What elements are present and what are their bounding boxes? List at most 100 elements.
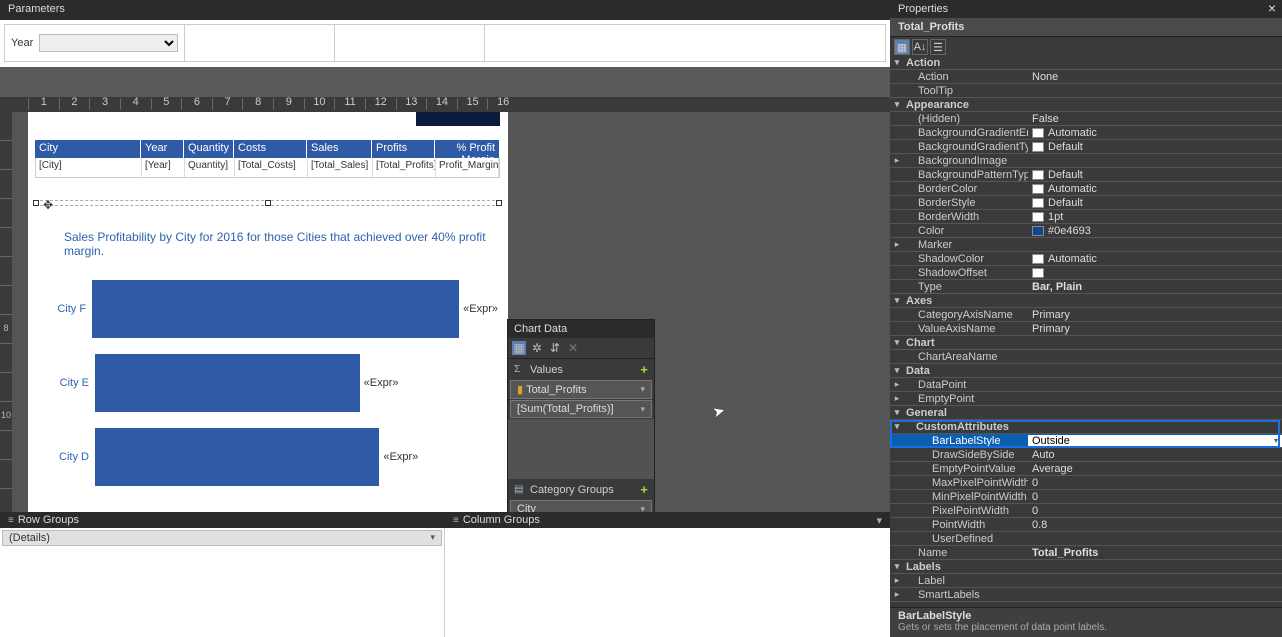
chevron-right-icon[interactable]: ▸ xyxy=(890,239,904,250)
chevron-down-icon[interactable]: ▾ xyxy=(890,337,904,348)
property-row[interactable]: BackgroundGradientTypeDefault xyxy=(890,140,1282,154)
property-row[interactable]: ▾Chart xyxy=(890,336,1282,350)
prop-name[interactable]: Color xyxy=(904,225,1028,237)
bar-rect[interactable] xyxy=(95,428,379,486)
prop-name[interactable]: BackgroundGradientEndColor xyxy=(904,127,1028,139)
property-row[interactable]: UserDefined xyxy=(890,532,1282,546)
bar-chart-area[interactable]: City F«Expr»City E«Expr»City D«Expr» xyxy=(48,272,498,494)
chevron-down-icon[interactable]: ▾ xyxy=(640,404,645,415)
properties-grid[interactable]: ▾ActionActionNoneToolTip▾Appearance(Hidd… xyxy=(890,56,1282,607)
chevron-down-icon[interactable]: ▾ xyxy=(890,561,904,572)
design-canvas[interactable]: 81012 City Year Quantity Costs Sales Pro… xyxy=(0,112,890,512)
cd-values-add-icon[interactable]: + xyxy=(640,362,648,377)
prop-category[interactable]: Data xyxy=(904,365,1282,377)
property-row[interactable]: ▾Action xyxy=(890,56,1282,70)
property-row[interactable]: ▸Label xyxy=(890,574,1282,588)
color-swatch[interactable] xyxy=(1032,142,1044,152)
prop-value[interactable]: Auto xyxy=(1028,449,1282,461)
chart-data-panel[interactable]: Chart Data ▦ ✲ ⇵ ✕ Σ Values + ▮ Total_Pr… xyxy=(507,319,655,512)
td-year[interactable]: [Year] xyxy=(142,158,185,177)
close-icon[interactable]: × xyxy=(1268,0,1276,16)
alphabetical-icon[interactable]: A↓ xyxy=(912,39,928,55)
prop-name[interactable]: BorderColor xyxy=(904,183,1028,195)
chevron-down-icon[interactable]: ▾ xyxy=(1274,436,1278,445)
property-row[interactable]: Color#0e4693 xyxy=(890,224,1282,238)
td-profits[interactable]: [Total_Profits] xyxy=(373,158,436,177)
th-sales[interactable]: Sales xyxy=(307,140,372,158)
chevron-down-icon[interactable]: ▾ xyxy=(876,514,882,527)
resize-handle-c[interactable] xyxy=(265,200,271,206)
prop-name[interactable]: EmptyPointValue xyxy=(904,463,1028,475)
prop-category[interactable]: Axes xyxy=(904,295,1282,307)
property-row[interactable]: PixelPointWidth0 xyxy=(890,504,1282,518)
chevron-right-icon[interactable]: ▸ xyxy=(890,589,904,600)
property-row[interactable]: PointWidth0.8 xyxy=(890,518,1282,532)
td-city[interactable]: [City] xyxy=(36,158,142,177)
bar-data-label[interactable]: «Expr» xyxy=(383,451,418,463)
chevron-right-icon[interactable]: ▸ xyxy=(890,575,904,586)
td-costs[interactable]: [Total_Costs] xyxy=(235,158,308,177)
bar-row[interactable]: City D«Expr» xyxy=(48,420,498,494)
prop-value[interactable]: 0 xyxy=(1028,491,1282,503)
property-row[interactable]: BackgroundGradientEndColorAutomatic xyxy=(890,126,1282,140)
cd-value-item-totalprofits[interactable]: ▮ Total_Profits ▾ xyxy=(510,380,652,399)
th-costs[interactable]: Costs xyxy=(234,140,307,158)
design-surface[interactable]: City Year Quantity Costs Sales Profits %… xyxy=(28,112,508,512)
prop-name[interactable]: BorderStyle xyxy=(904,197,1028,209)
prop-value[interactable]: None xyxy=(1028,71,1282,83)
property-row[interactable]: BarLabelStyleOutside▾ xyxy=(890,434,1282,448)
prop-name[interactable]: ShadowOffset xyxy=(904,267,1028,279)
prop-name[interactable]: Marker xyxy=(904,239,1028,251)
property-row[interactable]: ▸DataPoint xyxy=(890,378,1282,392)
prop-name[interactable]: PointWidth xyxy=(904,519,1028,531)
chevron-down-icon[interactable]: ▾ xyxy=(890,99,904,110)
prop-name[interactable]: ChartAreaName xyxy=(904,351,1028,363)
color-swatch[interactable] xyxy=(1032,254,1044,264)
prop-value[interactable]: False xyxy=(1028,113,1282,125)
prop-name[interactable]: PixelPointWidth xyxy=(904,505,1028,517)
th-year[interactable]: Year xyxy=(141,140,184,158)
properties-titlebar[interactable]: Properties × xyxy=(890,0,1282,18)
chevron-right-icon[interactable]: ▸ xyxy=(890,393,904,404)
th-margin[interactable]: % Profit Margin xyxy=(435,140,500,158)
chevron-down-icon[interactable]: ▾ xyxy=(890,57,904,68)
prop-name[interactable]: MinPixelPointWidth xyxy=(904,491,1028,503)
property-row[interactable]: ▸BackgroundImage xyxy=(890,154,1282,168)
prop-name[interactable]: ShadowColor xyxy=(904,253,1028,265)
property-row[interactable]: ▾Axes xyxy=(890,294,1282,308)
property-row[interactable]: BackgroundPatternTypeDefault xyxy=(890,168,1282,182)
property-row[interactable]: CategoryAxisNamePrimary xyxy=(890,308,1282,322)
column-groups-body[interactable] xyxy=(445,528,890,637)
chevron-right-icon[interactable]: ▸ xyxy=(890,155,904,166)
table-header-row[interactable]: City Year Quantity Costs Sales Profits %… xyxy=(35,140,500,158)
property-row[interactable]: BorderColorAutomatic xyxy=(890,182,1282,196)
row-groups-body[interactable]: (Details) ▾ xyxy=(0,528,445,637)
param-year-select[interactable] xyxy=(39,34,178,52)
chevron-down-icon[interactable]: ▾ xyxy=(890,365,904,376)
prop-name[interactable]: ValueAxisName xyxy=(904,323,1028,335)
prop-category[interactable]: CustomAttributes xyxy=(904,421,1282,433)
prop-value[interactable]: 0.8 xyxy=(1028,519,1282,531)
prop-value[interactable]: Primary xyxy=(1028,323,1282,335)
bar-rect[interactable] xyxy=(92,280,459,338)
property-pages-icon[interactable]: ☰ xyxy=(930,39,946,55)
prop-value[interactable]: 0 xyxy=(1028,477,1282,489)
color-swatch[interactable] xyxy=(1032,268,1044,278)
chevron-down-icon[interactable]: ▾ xyxy=(890,295,904,306)
prop-category[interactable]: Appearance xyxy=(904,99,1282,111)
prop-value[interactable]: 0 xyxy=(1028,505,1282,517)
prop-name[interactable]: ToolTip xyxy=(904,85,1028,97)
cd-tool-grid-icon[interactable]: ▦ xyxy=(512,341,526,355)
prop-name[interactable]: DataPoint xyxy=(904,379,1028,391)
param-blank-3[interactable] xyxy=(485,25,635,61)
property-row[interactable]: MaxPixelPointWidth0 xyxy=(890,476,1282,490)
property-row[interactable]: ▸SmartLabels xyxy=(890,588,1282,602)
cd-tool-delete-icon[interactable]: ✕ xyxy=(566,341,580,355)
property-row[interactable]: MinPixelPointWidth0 xyxy=(890,490,1282,504)
prop-category[interactable]: Action xyxy=(904,57,1282,69)
prop-value[interactable]: #0e4693 xyxy=(1028,225,1282,237)
cd-category-item-city[interactable]: City ▾ xyxy=(510,500,652,512)
property-row[interactable]: ToolTip xyxy=(890,84,1282,98)
bar-row[interactable]: City F«Expr» xyxy=(48,272,498,346)
prop-category[interactable]: Chart xyxy=(904,337,1282,349)
